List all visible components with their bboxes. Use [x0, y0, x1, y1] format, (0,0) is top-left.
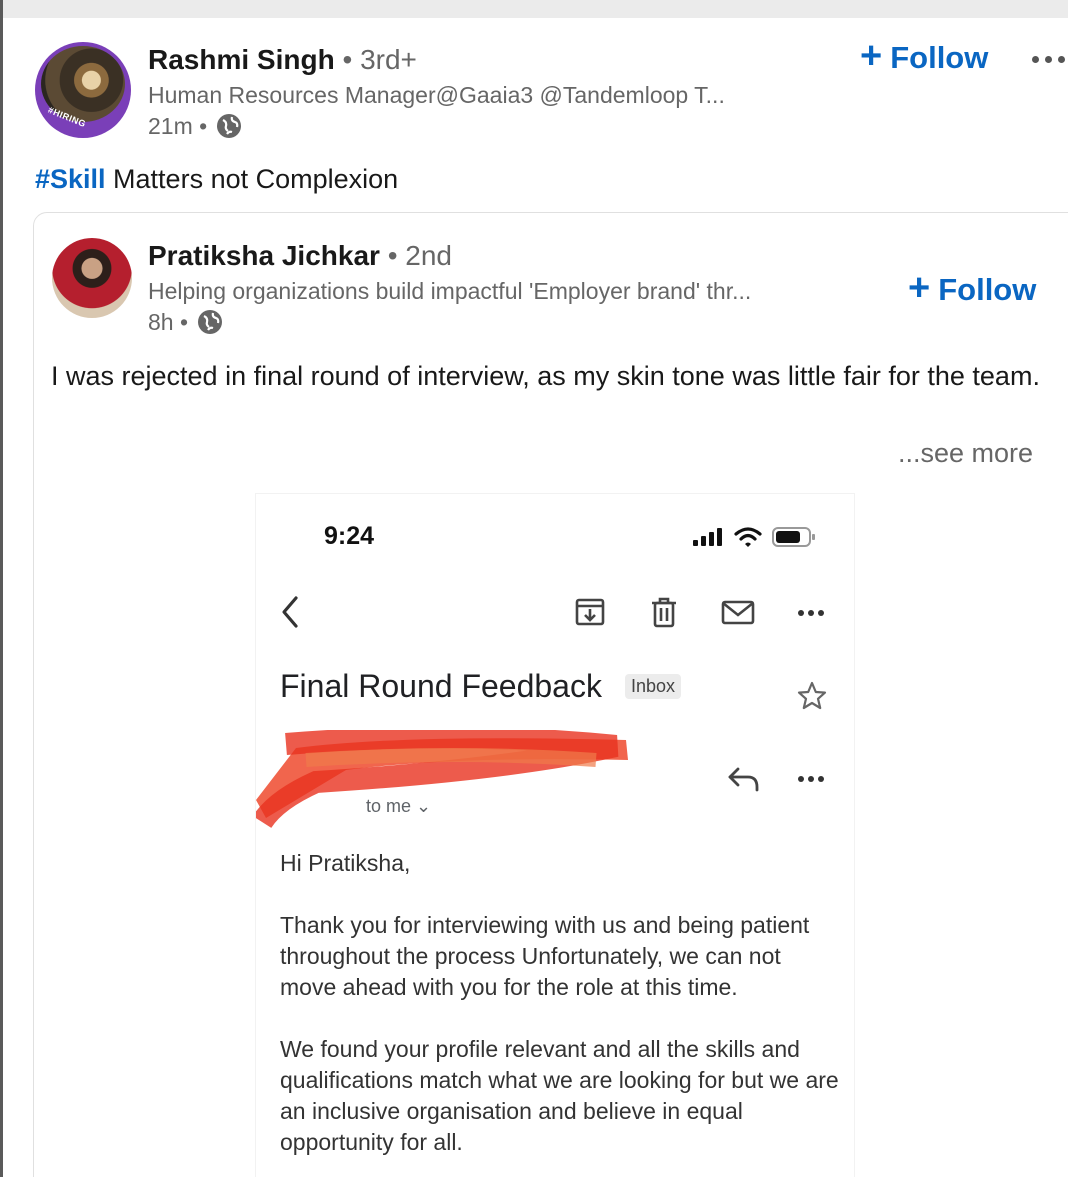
- mail-more-button[interactable]: [796, 608, 826, 618]
- shared-author-avatar[interactable]: [52, 238, 132, 318]
- battery-icon: [772, 527, 815, 547]
- window-edge: [0, 0, 3, 1177]
- shared-author-headline: Helping organizations build impactful 'E…: [148, 278, 752, 304]
- globe-icon: [217, 114, 242, 138]
- post-meta: 21m •: [148, 112, 243, 140]
- message-more-button[interactable]: [796, 774, 826, 784]
- shared-post-meta: 8h •: [148, 308, 224, 336]
- trash-icon[interactable]: [646, 594, 682, 630]
- more-icon: [798, 776, 804, 782]
- shared-author-name-text[interactable]: Pratiksha Jichkar: [148, 240, 380, 271]
- connection-degree: • 3rd+: [342, 44, 417, 75]
- author-name[interactable]: Rashmi Singh • 3rd+: [148, 44, 417, 76]
- email-paragraph: Thank you for interviewing with us and b…: [280, 912, 810, 1000]
- mail-icon[interactable]: [720, 594, 756, 630]
- shared-follow-label: Follow: [938, 272, 1037, 307]
- reply-icon[interactable]: [726, 764, 762, 794]
- more-options-button[interactable]: [1028, 44, 1068, 74]
- email-greeting: Hi Pratiksha,: [280, 850, 411, 876]
- recipient-details[interactable]: to me ⌄: [366, 796, 431, 817]
- author-name-text[interactable]: Rashmi Singh: [148, 44, 335, 75]
- more-icon: [798, 610, 804, 616]
- inbox-label[interactable]: Inbox: [625, 674, 682, 699]
- shared-author-name[interactable]: Pratiksha Jichkar • 2nd: [148, 240, 452, 272]
- post-time: 21m •: [148, 112, 208, 139]
- archive-icon[interactable]: [572, 594, 608, 630]
- email-paragraph: We found your profile relevant and all t…: [280, 1036, 839, 1155]
- author-headline: Human Resources Manager@Gaaia3 @Tandemlo…: [148, 82, 725, 108]
- plus-icon: +: [908, 267, 931, 309]
- status-bar-time: 9:24: [324, 522, 375, 550]
- email-body: Hi Pratiksha, Thank you for interviewing…: [280, 848, 840, 1177]
- follow-button[interactable]: + Follow: [860, 35, 989, 77]
- shared-follow-button[interactable]: + Follow: [908, 267, 1037, 309]
- email-subject: Final Round Feedback: [280, 668, 602, 704]
- author-avatar[interactable]: #HIRING: [35, 42, 131, 138]
- shared-connection-degree: • 2nd: [387, 240, 453, 271]
- back-icon[interactable]: [274, 594, 310, 630]
- commentary-text: Matters not Complexion: [105, 164, 399, 194]
- plus-icon: +: [860, 35, 883, 77]
- follow-label: Follow: [890, 40, 989, 75]
- shared-post-time: 8h •: [148, 308, 189, 335]
- mail-toolbar: [256, 594, 854, 634]
- signal-icon: [693, 528, 722, 546]
- more-icon: [1032, 56, 1039, 63]
- star-icon[interactable]: [796, 680, 828, 712]
- see-more-link[interactable]: ...see more: [898, 438, 1033, 469]
- post-commentary: #Skill Matters not Complexion: [35, 164, 398, 195]
- globe-icon: [198, 310, 223, 334]
- hashtag-link[interactable]: #Skill: [35, 164, 106, 194]
- post-image[interactable]: 9:24 Final Round Feedback Inbox to me ⌄ …: [256, 494, 854, 1177]
- status-bar-icons: [692, 526, 816, 548]
- shared-post-body: I was rejected in final round of intervi…: [51, 361, 1040, 391]
- wifi-icon: [734, 527, 762, 547]
- feed-top-divider: [0, 0, 1068, 18]
- redaction-scribble: [256, 730, 628, 829]
